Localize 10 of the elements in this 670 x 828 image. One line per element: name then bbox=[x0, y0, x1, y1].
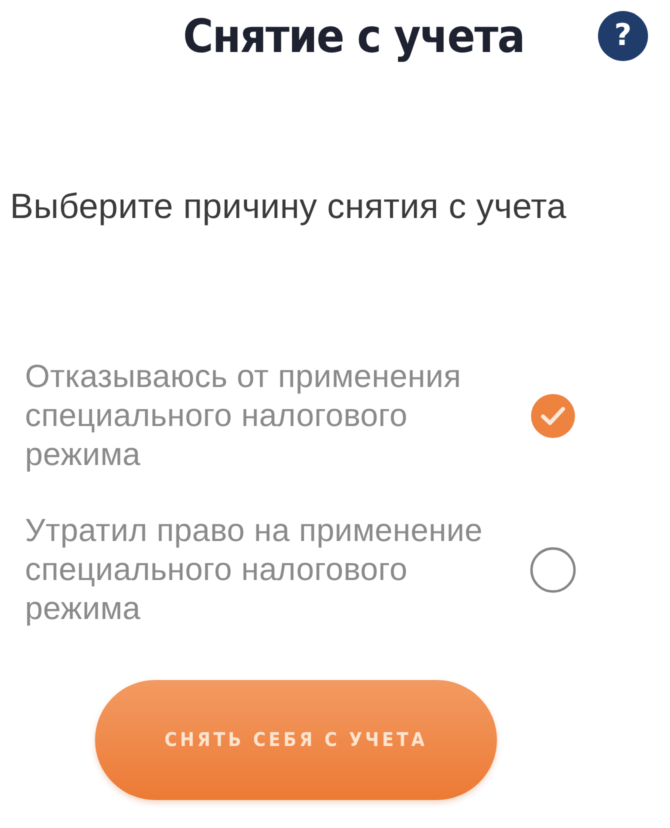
radio-circle-icon[interactable] bbox=[530, 546, 576, 592]
check-circle-icon[interactable] bbox=[530, 392, 576, 438]
help-button[interactable]: ? bbox=[598, 11, 648, 61]
page-title: Снятие с учета bbox=[183, 9, 524, 63]
option-label: Отказываюсь от применения специального налогового режима bbox=[25, 357, 462, 474]
prompt-text: Выберите причину снятия с учета bbox=[10, 186, 568, 228]
option-item[interactable]: Утратил право на применение специального налогового режима bbox=[0, 511, 670, 628]
option-item[interactable]: Отказываюсь от применения специального налогового режима bbox=[0, 357, 670, 474]
deregister-button[interactable]: СНЯТЬ СЕБЯ С УЧЕТА bbox=[95, 680, 497, 800]
option-label: Утратил право на применение специального налогового режима bbox=[25, 511, 484, 628]
